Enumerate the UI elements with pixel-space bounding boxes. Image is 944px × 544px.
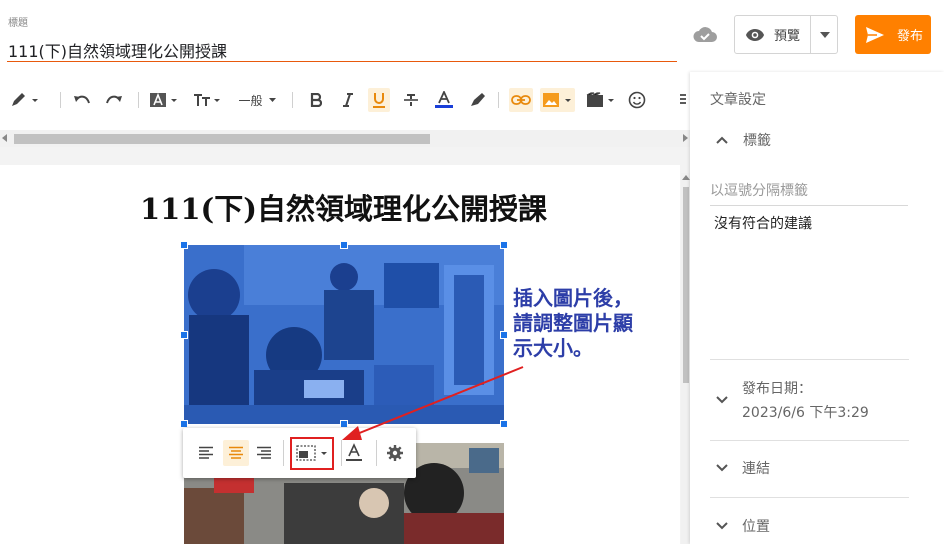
instruction-annotation: 插入圖片後， 請調整圖片顯 示大小。 <box>513 286 673 361</box>
toolbar-separator <box>498 92 499 108</box>
section-divider <box>710 497 909 498</box>
text-color-button[interactable] <box>432 88 456 112</box>
redo-icon <box>106 95 122 104</box>
eye-icon <box>746 28 764 41</box>
emoji-icon <box>628 91 646 109</box>
link-icon <box>511 95 531 105</box>
publish-label: 發布 <box>897 29 924 44</box>
align-center-button[interactable] <box>223 440 249 466</box>
chevron-down-icon[interactable] <box>714 392 730 408</box>
send-icon <box>866 26 884 43</box>
links-section-header[interactable]: 連結 <box>742 458 770 478</box>
scroll-left-arrow-icon[interactable] <box>2 134 7 142</box>
font-size-button[interactable] <box>192 88 222 112</box>
font-icon <box>150 92 177 107</box>
insert-emoji-button[interactable] <box>626 88 648 112</box>
publish-date-label[interactable]: 發布日期： <box>742 378 812 398</box>
align-right-button[interactable] <box>253 440 275 466</box>
horizontal-scrollbar[interactable] <box>0 130 690 147</box>
post-settings-panel: 文章設定 標籤 以逗號分隔標籤 沒有符合的建議 發布日期： 2023/6/6 下… <box>690 72 944 544</box>
chevron-down-icon[interactable] <box>714 460 730 476</box>
labels-input[interactable]: 以逗號分隔標籤 <box>710 180 908 206</box>
title-label: 標題 <box>8 18 28 29</box>
section-divider <box>710 440 909 441</box>
resize-handle[interactable] <box>180 420 188 428</box>
preview-dropdown-button[interactable] <box>811 16 838 53</box>
format-toolbar: 一般 <box>0 80 690 120</box>
chevron-down-icon[interactable] <box>714 518 730 534</box>
video-icon <box>586 92 614 107</box>
editor-header: 標題 111(下)自然領域理化公開授課 預覽 發布 <box>0 0 944 72</box>
resize-handle[interactable] <box>180 241 188 249</box>
insert-image-button[interactable] <box>540 88 575 112</box>
align-left-icon <box>199 446 213 459</box>
highlight-color-button[interactable] <box>465 88 489 112</box>
title-input[interactable]: 111(下)自然領域理化公開授課 <box>8 38 227 62</box>
vertical-scrollbar[interactable] <box>681 173 690 544</box>
paragraph-style-label: 一般 <box>238 93 263 108</box>
section-divider <box>710 359 909 360</box>
underline-icon <box>373 93 385 108</box>
toolbar-separator <box>292 92 293 108</box>
annotation-arrow-icon <box>342 366 524 440</box>
chevron-up-icon[interactable] <box>714 132 730 148</box>
toolbar-separator <box>60 92 61 108</box>
no-suggestions-text: 沒有符合的建議 <box>714 216 812 232</box>
scroll-right-arrow-icon[interactable] <box>683 134 688 142</box>
caret-down-icon <box>819 31 830 38</box>
insert-video-button[interactable] <box>585 88 617 112</box>
italic-button[interactable] <box>338 88 358 112</box>
annotation-line: 示大小。 <box>513 336 593 360</box>
underline-button[interactable] <box>368 88 390 112</box>
scroll-up-arrow-icon[interactable] <box>682 175 690 180</box>
title-underline <box>7 61 677 62</box>
blogger-editor: 標題 111(下)自然領域理化公開授課 預覽 發布 一般 111(下)自然領域理… <box>0 0 944 544</box>
bold-icon <box>310 93 322 107</box>
caret-down-icon <box>268 98 276 102</box>
marker-icon <box>471 93 485 106</box>
preview-label: 預覽 <box>774 29 801 44</box>
font-family-button[interactable] <box>148 88 180 112</box>
italic-icon <box>343 93 353 107</box>
publish-button[interactable]: 發布 <box>855 15 931 54</box>
image-icon <box>542 93 571 107</box>
toolbar-separator <box>283 440 284 466</box>
resize-handle[interactable] <box>500 241 508 249</box>
resize-handle[interactable] <box>500 331 508 339</box>
insert-link-button[interactable] <box>509 88 533 112</box>
align-right-icon <box>257 446 271 459</box>
resize-handle[interactable] <box>340 241 348 249</box>
strikethrough-button[interactable] <box>400 88 422 112</box>
publish-date-value: 2023/6/6 下午3:29 <box>742 405 869 421</box>
undo-button[interactable] <box>70 88 94 112</box>
bold-button[interactable] <box>306 88 326 112</box>
undo-icon <box>74 95 90 104</box>
annotation-line: 請調整圖片顯 <box>513 311 633 335</box>
align-icon <box>680 94 686 104</box>
text-color-icon <box>435 91 453 108</box>
text-size-icon <box>194 94 220 106</box>
horizontal-scroll-thumb[interactable] <box>14 134 430 144</box>
cloud-saved-icon <box>693 27 717 42</box>
strikethrough-icon <box>404 94 418 106</box>
preview-button-group: 預覽 <box>734 15 838 54</box>
align-left-button[interactable] <box>195 440 217 466</box>
highlight-box <box>290 437 334 470</box>
redo-button[interactable] <box>102 88 126 112</box>
align-center-icon <box>229 446 243 459</box>
vertical-scroll-thumb[interactable] <box>683 187 689 383</box>
pencil-icon <box>12 93 38 106</box>
location-section-header[interactable]: 位置 <box>742 516 770 536</box>
resize-handle[interactable] <box>180 331 188 339</box>
annotation-line: 插入圖片後， <box>513 286 633 310</box>
labels-placeholder: 以逗號分隔標籤 <box>710 183 808 199</box>
toolbar-separator <box>138 92 139 108</box>
paragraph-style-dropdown[interactable]: 一般 <box>234 88 280 112</box>
align-button[interactable] <box>676 88 690 112</box>
panel-title: 文章設定 <box>710 92 766 108</box>
compose-mode-button[interactable] <box>6 88 42 112</box>
preview-button[interactable]: 預覽 <box>735 16 810 53</box>
labels-section-header[interactable]: 標籤 <box>743 130 771 150</box>
post-heading[interactable]: 111(下)自然領域理化公開授課 <box>140 186 547 228</box>
